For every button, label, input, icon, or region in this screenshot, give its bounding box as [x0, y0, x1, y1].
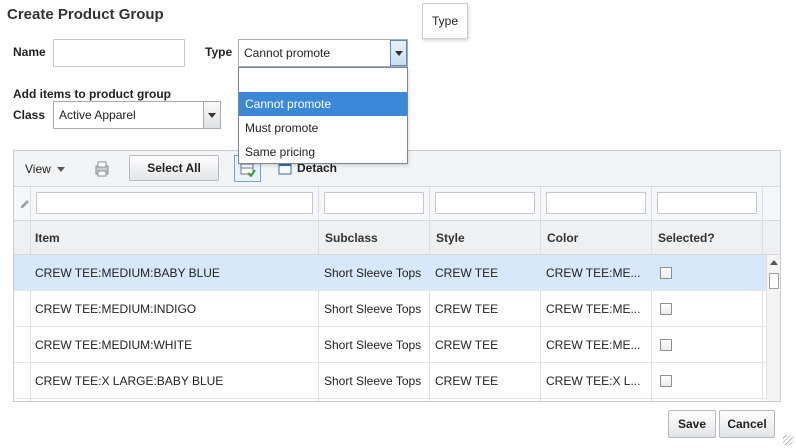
view-menu-label: View — [25, 162, 51, 176]
scrollbar-thumb[interactable] — [769, 273, 779, 289]
item-cell: CREW TEE:MEDIUM:WHITE — [35, 338, 193, 352]
select-all-button[interactable]: Select All — [129, 155, 219, 181]
subclass-filter-input[interactable] — [324, 192, 424, 214]
filter-row — [14, 187, 780, 221]
chevron-down-icon — [208, 112, 216, 118]
item-cell: CREW TEE:MEDIUM:BABY BLUE — [35, 266, 220, 280]
items-table-panel: View Select All Detach Item Subclass Sty… — [13, 150, 781, 402]
type-option-must-promote[interactable]: Must promote — [239, 116, 407, 140]
class-select[interactable]: Active Apparel — [53, 101, 221, 129]
resize-grip-icon[interactable] — [783, 435, 793, 445]
selected-checkbox[interactable] — [660, 339, 672, 351]
type-tooltip: Type — [422, 3, 468, 39]
subclass-cell: Short Sleeve Tops — [324, 338, 422, 352]
color-cell: CREW TEE:X L... — [546, 374, 641, 388]
style-filter-input[interactable] — [435, 192, 535, 214]
color-cell: CREW TEE:ME... — [546, 266, 641, 280]
selected-filter-input[interactable] — [657, 192, 757, 214]
class-select-value: Active Apparel — [59, 108, 136, 122]
type-select[interactable]: Cannot promote — [238, 39, 408, 67]
type-label: Type — [205, 45, 233, 59]
style-cell: CREW TEE — [435, 266, 499, 280]
selected-checkbox[interactable] — [660, 303, 672, 315]
item-filter-input[interactable] — [36, 192, 313, 214]
scroll-up-icon[interactable] — [770, 260, 778, 265]
type-option-cannot-promote[interactable]: Cannot promote — [239, 92, 407, 116]
style-cell: CREW TEE — [435, 374, 499, 388]
table-row[interactable]: CREW TEE:MEDIUM:BABY BLUE Short Sleeve T… — [14, 255, 766, 291]
dialog-title: Create Product Group — [7, 6, 164, 23]
class-label: Class — [13, 108, 46, 122]
table-row[interactable]: CREW TEE:MEDIUM:INDIGO Short Sleeve Tops… — [14, 291, 766, 327]
name-label: Name — [13, 45, 46, 59]
add-items-label: Add items to product group — [13, 87, 171, 101]
type-option-blank[interactable] — [239, 68, 407, 92]
cancel-button[interactable]: Cancel — [719, 410, 775, 438]
type-dropdown-button[interactable] — [390, 40, 407, 66]
table-row[interactable]: CREW TEE:MEDIUM:WHITE Short Sleeve Tops … — [14, 327, 766, 363]
color-cell: CREW TEE:ME... — [546, 338, 641, 352]
class-dropdown-button[interactable] — [203, 102, 220, 128]
subclass-cell: Short Sleeve Tops — [324, 302, 422, 316]
type-option-same-pricing[interactable]: Same pricing — [239, 140, 407, 164]
type-select-value: Cannot promote — [244, 46, 331, 60]
name-input[interactable] — [53, 39, 185, 67]
selected-checkbox[interactable] — [660, 375, 672, 387]
table-scrollbar[interactable] — [766, 255, 780, 401]
chevron-down-icon — [56, 166, 65, 172]
type-dropdown-list: Cannot promote Must promote Same pricing — [238, 67, 408, 164]
save-button[interactable]: Save — [668, 410, 716, 438]
column-header-subclass[interactable]: Subclass — [320, 221, 378, 255]
clear-filter-icon[interactable] — [20, 198, 30, 212]
table-row[interactable]: CREW TEE:X LARGE:BABY BLUE Short Sleeve … — [14, 363, 766, 399]
table-header: Item Subclass Style Color Selected? — [14, 221, 780, 255]
subclass-cell: Short Sleeve Tops — [324, 374, 422, 388]
column-header-color[interactable]: Color — [542, 221, 578, 255]
print-icon[interactable] — [94, 161, 110, 180]
item-cell: CREW TEE:X LARGE:BABY BLUE — [35, 374, 224, 388]
selected-checkbox[interactable] — [660, 267, 672, 279]
style-cell: CREW TEE — [435, 302, 499, 316]
item-cell: CREW TEE:MEDIUM:INDIGO — [35, 302, 197, 316]
color-cell: CREW TEE:ME... — [546, 302, 641, 316]
color-filter-input[interactable] — [546, 192, 646, 214]
chevron-down-icon — [394, 50, 403, 56]
column-header-item[interactable]: Item — [30, 221, 60, 255]
column-header-style[interactable]: Style — [431, 221, 465, 255]
subclass-cell: Short Sleeve Tops — [324, 266, 422, 280]
view-menu[interactable]: View — [25, 162, 65, 176]
style-cell: CREW TEE — [435, 338, 499, 352]
column-header-selected[interactable]: Selected? — [653, 221, 715, 255]
